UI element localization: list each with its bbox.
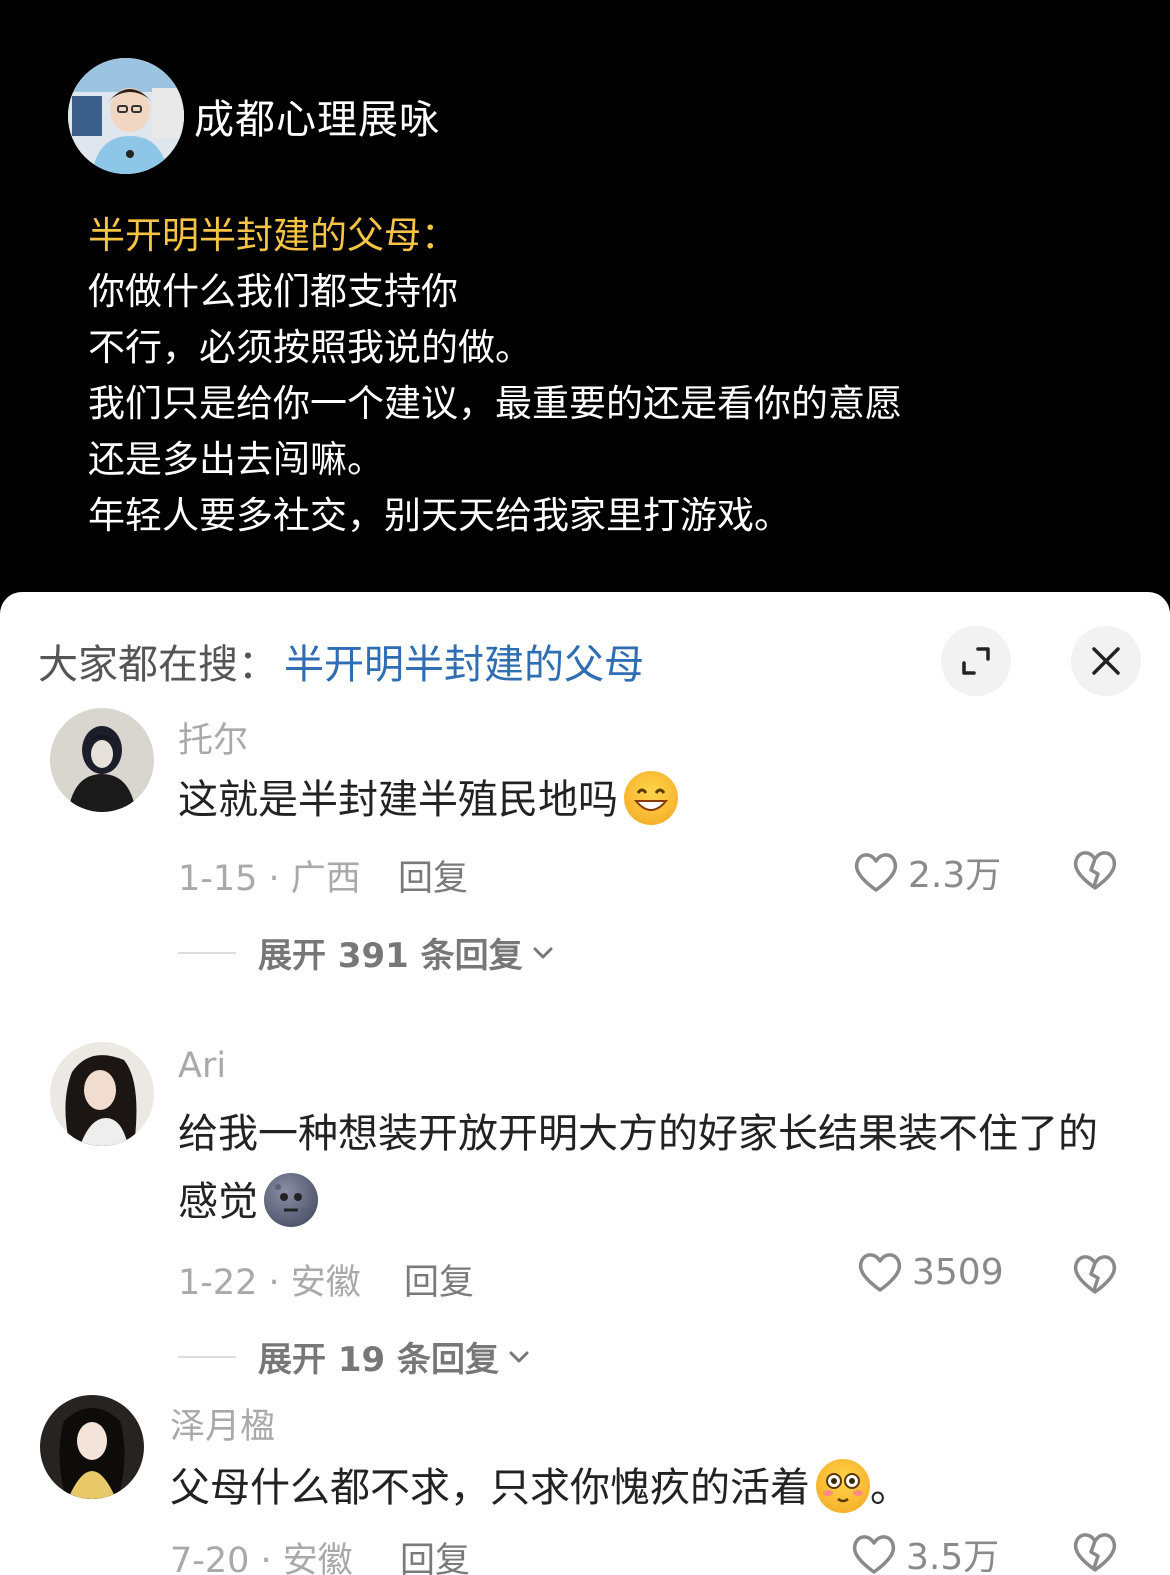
post-text: 半开明半封建的父母： 你做什么我们都支持你 不行，必须按照我说的做。 我们只是给…: [88, 208, 902, 544]
comment-panel: 大家都在搜： 半开明半封建的父母 托尔 这就是半封建半殖民地吗 1-15 · 广…: [0, 592, 1170, 1575]
expand-replies-label: 展开 391 条回复: [258, 936, 523, 976]
heart-icon: [858, 1253, 902, 1292]
author-header: 成都心理展咏: [68, 58, 440, 174]
dislike-button[interactable]: [1071, 1252, 1119, 1300]
post-title: 半开明半封建的父母：: [88, 214, 458, 257]
heart-icon: [854, 853, 898, 892]
moon-face-emoji-icon: [264, 1173, 318, 1227]
author-photo-icon: [68, 58, 184, 174]
chevron-down-icon: [533, 947, 553, 958]
comment-suffix: 。: [870, 1465, 910, 1511]
comment-username[interactable]: Ari: [178, 1046, 226, 1086]
close-icon: [1092, 647, 1120, 675]
broken-heart-icon: [1073, 1255, 1117, 1294]
like-button[interactable]: 2.3万: [852, 846, 1001, 898]
expand-icon: [962, 647, 990, 675]
search-suggestion: 大家都在搜： 半开明半封建的父母: [38, 632, 644, 690]
avatar-photo-icon: [50, 1042, 154, 1146]
comment-username[interactable]: 托尔: [178, 712, 248, 763]
avatar[interactable]: [50, 708, 154, 812]
post-line: 还是多出去闯嘛。: [88, 438, 384, 481]
comment-meta: 1-15 · 广西: [178, 859, 361, 899]
search-term-link[interactable]: 半开明半封建的父母: [284, 632, 644, 690]
divider-line: [178, 951, 236, 954]
author-avatar[interactable]: [68, 58, 184, 174]
post-line: 我们只是给你一个建议，最重要的还是看你的意愿: [88, 382, 902, 425]
comment-body: 这就是半封建半殖民地吗: [178, 777, 618, 823]
post-line: 年轻人要多社交，别天天给我家里打游戏。: [88, 494, 791, 537]
chevron-down-icon: [509, 1351, 529, 1362]
broken-heart-icon: [1073, 851, 1117, 890]
video-area: 成都心理展咏 半开明半封建的父母： 你做什么我们都支持你 不行，必须按照我说的做…: [0, 0, 1170, 600]
heart-icon: [852, 1535, 896, 1574]
reply-button[interactable]: 回复: [398, 850, 468, 901]
expand-replies-button[interactable]: 展开 391 条回复: [178, 928, 557, 977]
comment-meta: 1-22 · 安徽: [178, 1263, 361, 1303]
dislike-button[interactable]: [1071, 1530, 1119, 1575]
comment-body: 父母什么都不求，只求你愧疚的活着: [170, 1465, 810, 1511]
close-button[interactable]: [1071, 626, 1141, 696]
reply-button[interactable]: 回复: [404, 1254, 474, 1305]
reply-button[interactable]: 回复: [400, 1532, 470, 1575]
post-line: 不行，必须按照我说的做。: [88, 326, 532, 369]
dislike-button[interactable]: [1071, 848, 1119, 896]
broken-heart-icon: [1073, 1533, 1117, 1572]
search-prefix: 大家都在搜：: [38, 642, 278, 688]
like-count: 3.5万: [906, 1537, 1000, 1575]
comment-text: 父母什么都不求，只求你愧疚的活着 。: [170, 1454, 1120, 1522]
comment-text: 这就是半封建半殖民地吗: [178, 766, 1128, 834]
like-count: 2.3万: [908, 855, 1002, 896]
like-button[interactable]: 3509: [856, 1250, 1004, 1294]
expand-replies-button[interactable]: 展开 19 条回复: [178, 1332, 533, 1381]
expand-replies-label: 展开 19 条回复: [258, 1340, 499, 1380]
avatar[interactable]: [40, 1395, 144, 1499]
avatar-photo-icon: [40, 1395, 144, 1499]
comment-meta: 7-20 · 安徽: [170, 1541, 353, 1575]
author-name[interactable]: 成都心理展咏: [194, 87, 440, 145]
avatar[interactable]: [50, 1042, 154, 1146]
avatar-photo-icon: [50, 708, 154, 812]
like-button[interactable]: 3.5万: [850, 1528, 999, 1575]
expand-panel-button[interactable]: [941, 626, 1011, 696]
comment-text: 给我一种想装开放开明大方的好家长结果装不住了的感觉: [178, 1100, 1128, 1236]
flushed-emoji-icon: [816, 1459, 870, 1513]
grin-emoji-icon: [624, 771, 678, 825]
divider-line: [178, 1355, 236, 1358]
like-count: 3509: [912, 1251, 1004, 1293]
post-line: 你做什么我们都支持你: [88, 270, 458, 313]
comment-username[interactable]: 泽月楹: [170, 1398, 275, 1449]
